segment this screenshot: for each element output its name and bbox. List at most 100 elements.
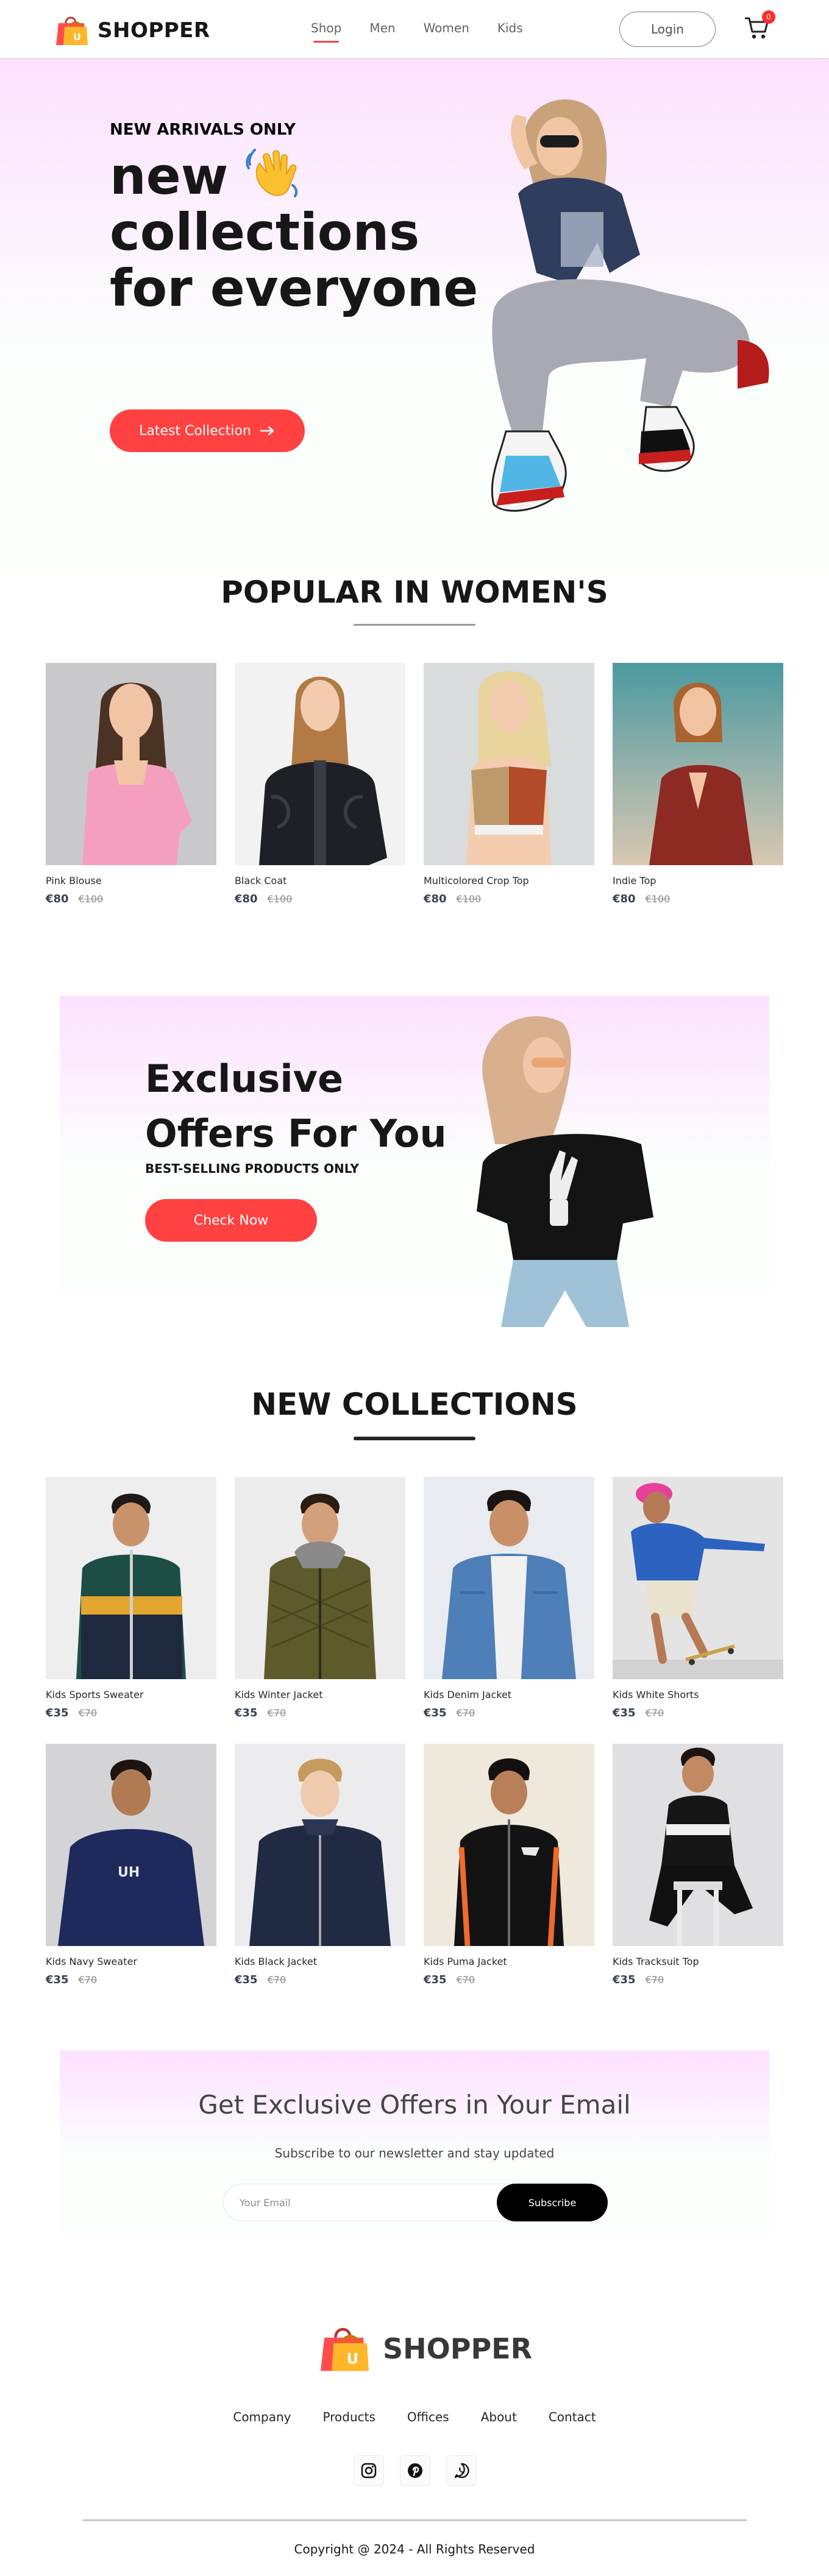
- product-name[interactable]: Pink Blouse: [46, 875, 216, 886]
- product-old-price: €70: [267, 1707, 286, 1719]
- product-card[interactable]: Kids Puma Jacket €35 €70: [424, 1744, 594, 1986]
- product-new-price: €80: [46, 893, 69, 905]
- footer-link-contact[interactable]: Contact: [549, 2410, 596, 2424]
- check-now-button[interactable]: Check Now: [145, 1199, 317, 1242]
- footer-divider: [82, 2519, 747, 2521]
- product-name[interactable]: Kids Denim Jacket: [424, 1689, 594, 1700]
- product-card[interactable]: UH Kids Navy Sweater €35 €70: [46, 1744, 216, 1986]
- product-new-price: €80: [613, 893, 636, 905]
- product-image[interactable]: [235, 1477, 405, 1679]
- footer-link-offices[interactable]: Offices: [407, 2410, 449, 2424]
- product-card[interactable]: Black Coat €80 €100: [235, 663, 405, 905]
- latest-collection-button[interactable]: Latest Collection: [110, 409, 305, 452]
- email-input[interactable]: [240, 2184, 483, 2221]
- product-image[interactable]: [613, 1477, 783, 1679]
- product-old-price: €70: [645, 1707, 664, 1719]
- offers-title: Exclusive Offers For You: [145, 1052, 447, 1161]
- latest-collection-label: Latest Collection: [139, 423, 251, 439]
- product-image[interactable]: [613, 663, 783, 865]
- product-name[interactable]: Black Coat: [235, 875, 405, 886]
- product-name[interactable]: Indie Top: [613, 875, 783, 886]
- product-new-price: €35: [613, 1707, 636, 1719]
- shopping-bag-logo-icon: U: [321, 2327, 369, 2371]
- kids-puma-jacket-image: [424, 1744, 594, 1946]
- nav-logo[interactable]: U SHOPPER: [54, 15, 210, 46]
- nav-item-kids[interactable]: Kids: [497, 21, 523, 35]
- newsletter-form: Subscribe: [223, 2184, 608, 2221]
- product-card[interactable]: Kids White Shorts €35 €70: [613, 1477, 783, 1719]
- product-image[interactable]: [46, 1477, 216, 1679]
- indie-top-image: [613, 663, 783, 865]
- newsletter-section: Get Exclusive Offers in Your Email Subsc…: [60, 2051, 769, 2234]
- product-old-price: €100: [645, 893, 671, 905]
- kids-denim-jacket-image: [424, 1477, 594, 1679]
- product-image[interactable]: [235, 663, 405, 865]
- pinterest-icon[interactable]: [400, 2455, 430, 2486]
- product-card[interactable]: Kids Tracksuit Top €35 €70: [613, 1744, 783, 1986]
- product-name[interactable]: Kids Winter Jacket: [235, 1689, 405, 1700]
- product-old-price: €70: [78, 1974, 98, 1986]
- product-card[interactable]: Kids Sports Sweater €35 €70: [46, 1477, 216, 1719]
- pink-blouse-image: [46, 663, 216, 865]
- login-button[interactable]: Login: [619, 12, 716, 47]
- product-name[interactable]: Kids Sports Sweater: [46, 1689, 216, 1700]
- offers-subtitle: BEST-SELLING PRODUCTS ONLY: [145, 1161, 359, 1176]
- kids-white-shorts-image: [613, 1477, 783, 1679]
- black-coat-image: [235, 663, 405, 865]
- footer-link-about[interactable]: About: [481, 2410, 517, 2424]
- product-name[interactable]: Kids Black Jacket: [235, 1956, 405, 1967]
- footer-link-company[interactable]: Company: [233, 2410, 291, 2424]
- product-name[interactable]: Kids Navy Sweater: [46, 1956, 216, 1967]
- product-name[interactable]: Kids Tracksuit Top: [613, 1956, 783, 1967]
- nav-item-women[interactable]: Women: [424, 21, 469, 35]
- product-old-price: €100: [78, 893, 104, 905]
- product-image[interactable]: [424, 1477, 594, 1679]
- footer-brand-name: SHOPPER: [383, 2332, 533, 2365]
- product-card[interactable]: Pink Blouse €80 €100: [46, 663, 216, 905]
- offers-title-line2: Offers For You: [145, 1111, 447, 1156]
- product-name[interactable]: Kids White Shorts: [613, 1689, 783, 1700]
- shopping-bag-logo-icon: U: [56, 16, 88, 45]
- svg-text:U: U: [73, 31, 81, 43]
- hero-title: new collections for everyone: [110, 146, 478, 316]
- product-image[interactable]: UH: [46, 1744, 216, 1946]
- product-new-price: €80: [424, 893, 447, 905]
- product-card[interactable]: Multicolored Crop Top €80 €100: [424, 663, 594, 905]
- product-image[interactable]: [424, 1744, 594, 1946]
- product-old-price: €70: [456, 1974, 475, 1986]
- product-image[interactable]: [424, 663, 594, 865]
- nav-item-shop[interactable]: Shop: [311, 21, 341, 43]
- nav-item-men[interactable]: Men: [369, 21, 395, 35]
- kids-winter-jacket-image: [235, 1477, 405, 1679]
- product-old-price: €70: [267, 1974, 286, 1986]
- footer-link-products[interactable]: Products: [323, 2410, 375, 2424]
- kids-tracksuit-top-image: [613, 1744, 783, 1946]
- product-old-price: €70: [456, 1707, 475, 1719]
- product-name[interactable]: Multicolored Crop Top: [424, 875, 594, 886]
- copyright-text: Copyright @ 2024 - All Rights Reserved: [294, 2542, 535, 2557]
- product-card[interactable]: Indie Top €80 €100: [613, 663, 783, 905]
- social-icons: [354, 2455, 477, 2486]
- product-old-price: €70: [78, 1707, 98, 1719]
- product-new-price: €80: [235, 893, 258, 905]
- subscribe-button[interactable]: Subscribe: [497, 2184, 608, 2221]
- product-image[interactable]: [235, 1744, 405, 1946]
- new-collections-title: NEW COLLECTIONS: [251, 1387, 578, 1422]
- product-image[interactable]: [46, 663, 216, 865]
- hero-title-line1: new: [110, 146, 229, 206]
- offers-model-image: [477, 1016, 653, 1327]
- product-name[interactable]: Kids Puma Jacket: [424, 1956, 594, 1967]
- instagram-icon[interactable]: [354, 2455, 384, 2486]
- product-card[interactable]: Kids Denim Jacket €35 €70: [424, 1477, 594, 1719]
- hero-title-line2: collections: [110, 202, 420, 262]
- new-collections-title-underline: [354, 1437, 475, 1440]
- offers-title-line1: Exclusive: [145, 1056, 344, 1101]
- footer-logo[interactable]: U SHOPPER: [317, 2324, 532, 2373]
- product-new-price: €35: [424, 1973, 447, 1986]
- whatsapp-icon[interactable]: [446, 2455, 477, 2486]
- product-card[interactable]: Kids Winter Jacket €35 €70: [235, 1477, 405, 1719]
- svg-text:UH: UH: [118, 1865, 140, 1880]
- product-card[interactable]: Kids Black Jacket €35 €70: [235, 1744, 405, 1986]
- product-image[interactable]: [613, 1744, 783, 1946]
- product-new-price: €35: [46, 1707, 69, 1719]
